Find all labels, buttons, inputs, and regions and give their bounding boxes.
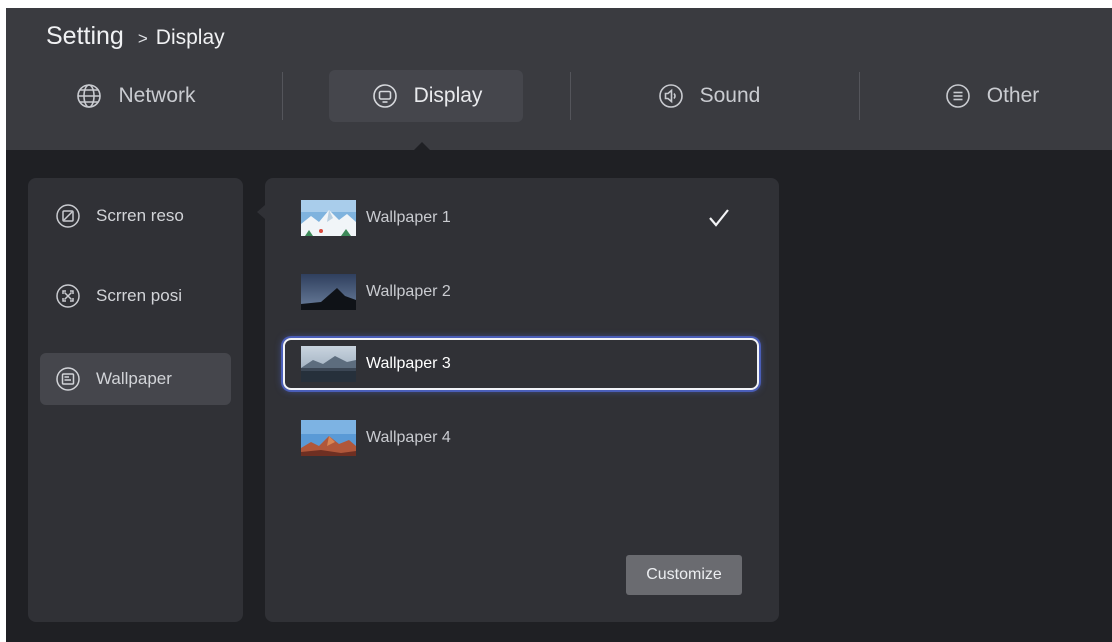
tab-network[interactable]: Network: [68, 70, 202, 122]
wallpaper-option-2[interactable]: Wallpaper 2: [283, 266, 759, 318]
dusk-peak-thumbnail: [301, 274, 356, 310]
menu-item-wallpaper[interactable]: Wallpaper: [40, 353, 231, 405]
tab-divider: [859, 72, 860, 120]
checkmark-icon: [709, 209, 729, 227]
category-tabs: Network Display Sound Other: [6, 70, 1112, 122]
menu-item-label: Scrren posi: [96, 286, 182, 305]
resolution-icon: [54, 202, 82, 230]
breadcrumb: Setting > Display: [46, 22, 225, 51]
menu-item-label: Scrren reso: [96, 206, 184, 225]
misty-lake-thumbnail: [301, 346, 356, 382]
tab-sound-label: Sound: [699, 84, 761, 107]
menu-item-label: Wallpaper: [96, 369, 172, 388]
active-tab-pointer: [414, 142, 430, 150]
tab-other-label: Other: [986, 84, 1040, 107]
submenu-pointer: [257, 205, 265, 219]
wallpaper-label: Wallpaper 2: [366, 283, 451, 300]
wallpaper-list-panel: Wallpaper 1 Wallpaper 2 Wallpaper 3 Wall…: [265, 178, 779, 622]
wallpaper-label: Wallpaper 1: [366, 209, 451, 226]
globe-icon: [74, 81, 104, 111]
display-submenu: Scrren reso Scrren posi Wallpaper: [28, 178, 243, 622]
wallpaper-option-4[interactable]: Wallpaper 4: [283, 412, 759, 464]
wallpaper-label: Wallpaper 4: [366, 429, 451, 446]
wallpaper-icon: [54, 365, 82, 393]
menu-item-screen-position[interactable]: Scrren posi: [40, 270, 231, 322]
tab-sound[interactable]: Sound: [646, 70, 770, 122]
monitor-icon: [370, 81, 400, 111]
tab-divider: [282, 72, 283, 120]
breadcrumb-root[interactable]: Setting: [46, 22, 124, 51]
snowy-mountain-thumbnail: [301, 200, 356, 236]
wallpaper-option-1[interactable]: Wallpaper 1: [283, 192, 759, 244]
breadcrumb-current: Display: [155, 26, 225, 49]
wallpaper-option-3[interactable]: Wallpaper 3: [283, 338, 759, 390]
breadcrumb-separator: >: [137, 29, 148, 48]
wallpaper-label: Wallpaper 3: [366, 355, 451, 372]
speaker-icon: [656, 81, 686, 111]
tab-display[interactable]: Display: [329, 70, 523, 122]
tab-network-label: Network: [118, 84, 196, 107]
menu-list-icon: [943, 81, 973, 111]
screen-position-icon: [54, 282, 82, 310]
settings-screen: Setting > Display Network Display Sound …: [6, 8, 1112, 642]
tab-display-label: Display: [413, 84, 483, 107]
customize-button[interactable]: Customize: [626, 555, 742, 595]
tab-other[interactable]: Other: [931, 70, 1051, 122]
tab-divider: [570, 72, 571, 120]
menu-item-screen-resolution[interactable]: Scrren reso: [40, 190, 231, 242]
header-bar: Setting > Display Network Display Sound …: [6, 8, 1112, 150]
red-rock-thumbnail: [301, 420, 356, 456]
